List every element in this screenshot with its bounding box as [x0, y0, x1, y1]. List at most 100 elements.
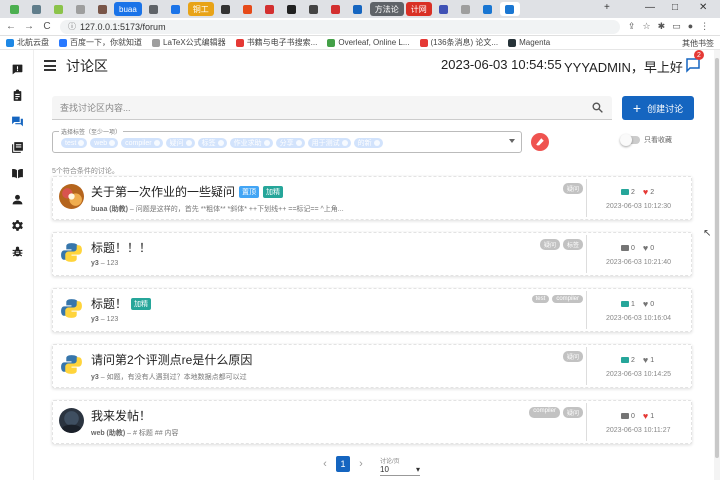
chip-remove-icon[interactable] — [153, 140, 160, 146]
prev-page-button[interactable]: ‹ — [320, 458, 330, 470]
tag-chip[interactable]: 疑问 — [165, 138, 195, 148]
browser-tab[interactable] — [166, 2, 186, 16]
person-icon[interactable] — [10, 192, 24, 206]
bookmark-item[interactable]: 百度一下，你就知道 — [59, 37, 142, 48]
profile-icon[interactable]: ● — [688, 21, 693, 32]
sidebar-icon[interactable]: ▭ — [672, 21, 681, 32]
maximize-button[interactable]: □ — [672, 2, 678, 13]
bug-icon[interactable] — [10, 244, 24, 258]
like-count[interactable]: ♥ 1 — [643, 411, 654, 421]
hamburger-menu-icon[interactable] — [44, 60, 56, 71]
forum-icon[interactable] — [10, 114, 24, 128]
discussion-card[interactable]: 请问第2个评测点re是什么原因 y3 – 如题，有没有人遇到过？本地数据点都可以… — [52, 344, 692, 388]
book-icon[interactable] — [10, 166, 24, 180]
post-title[interactable]: 关于第一次作业的一些疑问 — [91, 183, 235, 200]
tag-filter-select[interactable]: 选择标签（至少一项） test web compiler 疑问 标签 作业求助 分享 用于测试… — [52, 127, 522, 153]
browser-tab[interactable] — [456, 2, 476, 16]
bookmark-item[interactable]: Overleaf, Online L... — [327, 38, 410, 47]
bookmark-item[interactable]: Magenta — [508, 38, 550, 47]
chat-alert-icon[interactable] — [10, 62, 24, 76]
close-window-button[interactable]: ✕ — [699, 2, 707, 13]
bookmark-item[interactable]: 北航云盘 — [6, 37, 49, 48]
post-title[interactable]: 标题！ — [91, 295, 127, 312]
like-count[interactable]: ♥ 0 — [643, 299, 654, 309]
post-label[interactable]: compiler — [552, 295, 583, 303]
gear-icon[interactable] — [10, 218, 24, 232]
avatar[interactable] — [59, 352, 84, 377]
back-button[interactable]: ← — [6, 21, 16, 32]
chip-remove-icon[interactable] — [185, 140, 192, 146]
tag-chip[interactable]: 作业求助 — [229, 138, 273, 148]
browser-tab[interactable] — [216, 2, 236, 16]
like-count[interactable]: ♥ 2 — [643, 187, 654, 197]
browser-tab[interactable]: 方法论 — [369, 2, 404, 16]
menu-icon[interactable]: ⋮ — [700, 21, 709, 32]
post-label[interactable]: 标签 — [562, 239, 583, 250]
clipboard-icon[interactable] — [10, 88, 24, 102]
chip-remove-icon[interactable] — [295, 140, 302, 146]
reload-button[interactable]: C — [42, 21, 52, 32]
avatar[interactable] — [59, 240, 84, 265]
post-label[interactable]: 疑问 — [562, 183, 583, 194]
post-label[interactable]: 疑问 — [539, 239, 560, 250]
create-discussion-button[interactable]: + 创建讨论 — [622, 96, 694, 120]
browser-tab[interactable] — [48, 2, 68, 16]
search-input[interactable]: 查找讨论区内容... — [52, 96, 612, 120]
like-count[interactable]: ♥ 1 — [643, 355, 654, 365]
star-icon[interactable]: ☆ — [643, 21, 651, 32]
bookmark-item[interactable]: 书籍与电子书搜索... — [235, 37, 317, 48]
post-label[interactable]: 疑问 — [562, 407, 583, 418]
discussion-card[interactable]: 我来发帖！ web (助教) – # 标题 ## 内容 compiler 疑问 0… — [52, 400, 692, 444]
browser-tab[interactable] — [348, 2, 368, 16]
chip-remove-icon[interactable] — [373, 140, 380, 146]
bookmark-item[interactable]: (136条消息) 论文... — [419, 37, 498, 48]
next-page-button[interactable]: › — [356, 458, 366, 470]
avatar[interactable] — [59, 408, 84, 433]
post-label[interactable]: 疑问 — [562, 351, 583, 362]
post-title[interactable]: 我来发帖！ — [91, 407, 151, 424]
chevron-down-icon[interactable] — [509, 139, 515, 143]
chip-remove-icon[interactable] — [78, 140, 85, 146]
browser-tab[interactable]: 铜工 — [187, 2, 214, 16]
discussion-card[interactable]: 关于第一次作业的一些疑问 置顶 加精 buaa (助教) – 问题是这样的，首先 *… — [52, 176, 692, 220]
post-label[interactable]: compiler — [529, 407, 560, 418]
post-label[interactable]: test — [531, 295, 550, 303]
minimize-button[interactable]: — — [645, 2, 655, 13]
other-bookmarks[interactable]: 其他书签 — [682, 38, 714, 49]
bookmark-item[interactable]: LaTeX公式编辑器 — [152, 37, 226, 48]
browser-tab[interactable] — [434, 2, 454, 16]
discussion-card[interactable]: 标题！ 加精 y3 – 123 test compiler 1 ♥ 0 2023-06… — [52, 288, 692, 332]
tag-chip[interactable]: test — [61, 138, 88, 148]
new-tab-button[interactable]: + — [604, 2, 610, 13]
avatar[interactable] — [59, 184, 84, 209]
clear-filter-button[interactable] — [531, 133, 549, 151]
tag-chip[interactable]: 用于测试 — [307, 138, 351, 148]
browser-tab[interactable] — [478, 2, 498, 16]
page-button-current[interactable]: 1 — [336, 456, 350, 472]
stack-icon[interactable] — [10, 140, 24, 154]
extensions-icon[interactable]: ✱ — [658, 21, 666, 32]
browser-tab[interactable] — [326, 2, 346, 16]
tag-chip[interactable]: web — [90, 138, 119, 148]
per-page-select[interactable]: 讨论/页 10 ▾ — [380, 456, 420, 476]
discussion-card[interactable]: 标题！！！ y3 – 123 疑问 标签 0 ♥ 0 2023-06-03 10:2… — [52, 232, 692, 276]
browser-tab[interactable] — [70, 2, 90, 16]
browser-tab[interactable] — [4, 2, 24, 16]
only-favorites-toggle[interactable] — [620, 134, 640, 146]
forward-button[interactable]: → — [24, 21, 34, 32]
browser-tab[interactable] — [26, 2, 46, 16]
tag-chip[interactable]: compiler — [121, 138, 163, 148]
post-title[interactable]: 请问第2个评测点re是什么原因 — [91, 351, 252, 368]
browser-tab[interactable]: 计网 — [405, 2, 432, 16]
search-icon[interactable] — [591, 101, 604, 114]
chip-remove-icon[interactable] — [263, 140, 270, 146]
browser-tab[interactable] — [260, 2, 280, 16]
post-title[interactable]: 标题！！！ — [91, 239, 151, 256]
browser-tab[interactable] — [238, 2, 258, 16]
share-icon[interactable]: ⇪ — [628, 21, 636, 32]
browser-tab[interactable]: buaa — [114, 2, 142, 16]
browser-tab[interactable] — [282, 2, 302, 16]
browser-tab[interactable] — [304, 2, 324, 16]
info-icon[interactable]: ⓘ — [68, 21, 76, 32]
avatar[interactable] — [59, 296, 84, 321]
